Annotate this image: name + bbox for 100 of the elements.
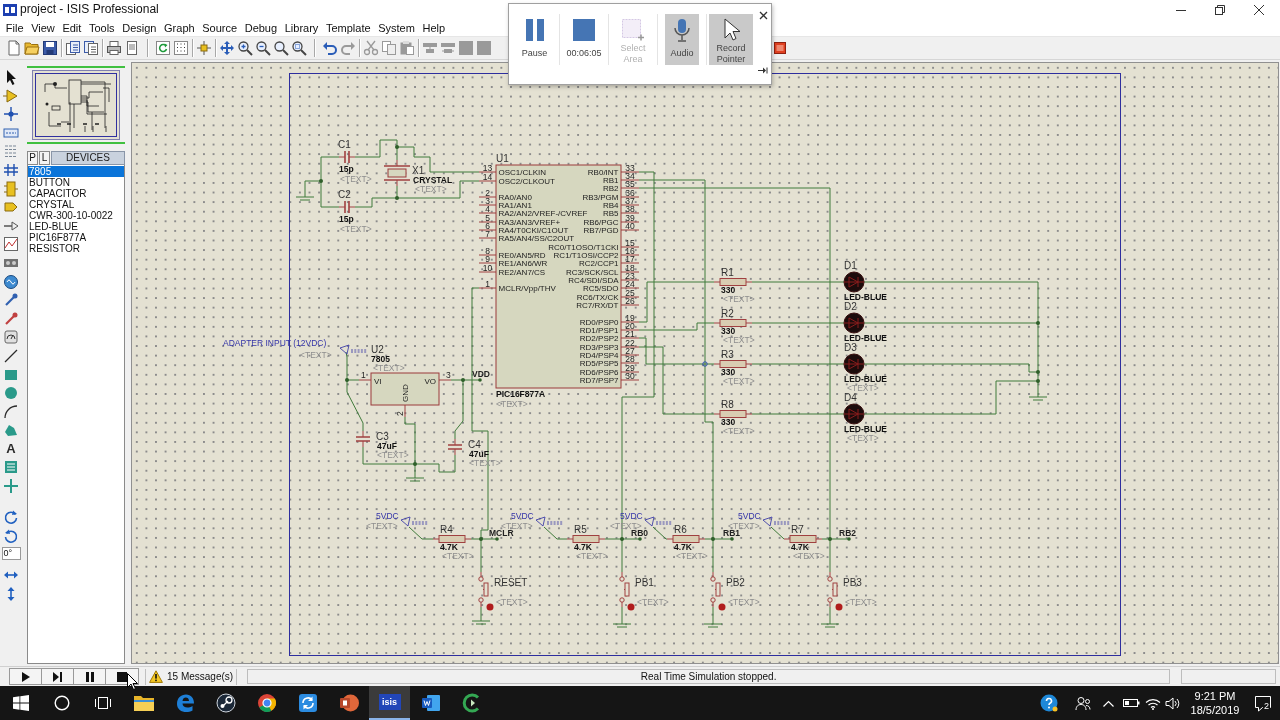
devices-header: DEVICES: [51, 151, 125, 165]
pin-number: 39: [625, 212, 635, 223]
app-logo: isis: [378, 694, 401, 710]
component-label: U2: [371, 344, 384, 355]
pin-number: 29: [625, 362, 635, 373]
pin-number: 34: [625, 170, 635, 181]
text-placeholder: <TEXT>: [576, 551, 608, 561]
pin-label: RB3/PGM: [582, 193, 619, 202]
pin-number: 5: [485, 212, 490, 223]
pin-number: 1: [361, 370, 366, 380]
pin-label: RD0/PSP0: [579, 318, 619, 327]
pin-number: 18: [625, 262, 635, 273]
pin-label: RD6/PSP6: [579, 368, 619, 377]
terminal-label: 5VDC: [620, 511, 643, 521]
pin-number: 1: [485, 278, 490, 289]
text-placeholder: <TEXT>: [728, 597, 760, 607]
pin-number: 37: [625, 195, 635, 206]
pin-number: 35: [625, 178, 635, 189]
component-value: 4.7K: [574, 542, 592, 552]
text-placeholder: <TEXT>: [442, 551, 474, 561]
component-label: PB3: [843, 577, 862, 588]
pin-label: RC6/TX/CK: [576, 293, 619, 302]
pin-number: 15: [625, 237, 635, 248]
pin-number: 24: [625, 278, 635, 289]
text-placeholder: <TEXT>: [373, 363, 405, 373]
pin-label: RD1/PSP1: [579, 326, 619, 335]
pin-number: 19: [625, 312, 635, 323]
component-label: D1: [844, 260, 857, 271]
component-value: LED-BLUE: [844, 374, 887, 384]
pin-label: RB6/PGC: [583, 218, 619, 227]
text-placeholder: <TEXT>: [340, 174, 372, 184]
component-label: D4: [844, 392, 857, 403]
pin-number: 16: [625, 245, 635, 256]
pin-number: 20: [625, 320, 635, 331]
component-value: 47uF: [469, 449, 489, 459]
pin-label: RC2/CCP1: [578, 259, 619, 268]
pin-number: 3: [485, 195, 490, 206]
pin-number: 21: [625, 328, 635, 339]
text-placeholder: <TEXT>: [847, 433, 879, 443]
component-label: C4: [468, 439, 481, 450]
pin-label: RD2/PSP2: [579, 334, 619, 343]
pin-label: RE2/AN7/CS: [498, 268, 546, 277]
pin-number: 6: [485, 220, 490, 231]
component-label: PB2: [726, 577, 745, 588]
pin-label: RC4/SDI/SDA: [568, 276, 619, 285]
pin-label: VO: [424, 377, 436, 386]
pin-label: RC0/T1OSO/T1CKI: [548, 243, 619, 252]
component-label: R5: [574, 524, 587, 535]
pin-label: OSC1/CLKIN: [498, 168, 547, 177]
pin-label: RB5: [602, 209, 619, 218]
pin-number: 7: [485, 228, 490, 239]
pin-number: 14: [482, 171, 493, 182]
component-value: 7805: [371, 354, 390, 364]
pin-label: RA3/AN3/VREF+: [498, 218, 561, 227]
pin-number: 4: [485, 203, 490, 214]
pin-number: 28: [625, 353, 635, 364]
component-label: C2: [338, 189, 351, 200]
notification-badge: 2: [1263, 700, 1270, 711]
component-label: RESET: [494, 577, 528, 588]
pin-number: 30: [625, 370, 635, 381]
pin-label: RB0/INT: [587, 168, 619, 177]
text-placeholder: <TEXT>: [377, 450, 409, 460]
pin-label: RD4/PSP4: [579, 351, 619, 360]
pin-label: RA0/AN0: [498, 193, 532, 202]
pin-label: RA2/AN2/VREF-/CVREF: [498, 209, 588, 218]
component-value: LED-BLUE: [844, 333, 887, 343]
pin-label: RD5/PSP5: [579, 359, 619, 368]
status-text: Real Time Simulation stopped.: [640, 671, 777, 682]
pin-label: RA1/AN1: [498, 201, 532, 210]
pin-number: 17: [625, 253, 635, 264]
pin-label: RC1/T1OSI/CCP2: [553, 251, 619, 260]
component-label: X1: [412, 165, 425, 176]
component-value: 15p: [339, 164, 354, 174]
pin-number: 36: [625, 187, 635, 198]
terminal-label: 5VDC: [376, 511, 399, 521]
component-label: R4: [440, 524, 453, 535]
pin-label: RB2: [602, 184, 619, 193]
text-placeholder: <TEXT>: [300, 350, 332, 360]
pin-label: MCLR/Vpp/THV: [498, 284, 556, 293]
component-value: LED-BLUE: [844, 424, 887, 434]
pin-label: RE0/AN5/RD: [498, 251, 546, 260]
component-value: 15p: [339, 214, 354, 224]
net-label: VDD: [472, 369, 490, 379]
text-placeholder: <TEXT>: [637, 597, 669, 607]
pin-number: 23: [625, 270, 635, 281]
pin-number: 2: [485, 187, 490, 198]
pin-label: RD7/PSP7: [579, 376, 619, 385]
pin-number: 9: [485, 253, 490, 264]
pin-number: 13: [482, 162, 493, 173]
pin-number: 8: [485, 245, 490, 256]
pin-label: RB1: [602, 176, 619, 185]
pin-label: GND: [401, 384, 410, 402]
component-value: 47uF: [377, 441, 397, 451]
net-label: RB2: [839, 528, 856, 538]
pin-number: 25: [625, 287, 635, 298]
component-label: C1: [338, 139, 351, 150]
net-label: MCLR: [489, 528, 514, 538]
pin-number: 40: [625, 220, 635, 231]
text-placeholder: <TEXT>: [845, 597, 877, 607]
text-placeholder: <TEXT>: [496, 399, 528, 409]
